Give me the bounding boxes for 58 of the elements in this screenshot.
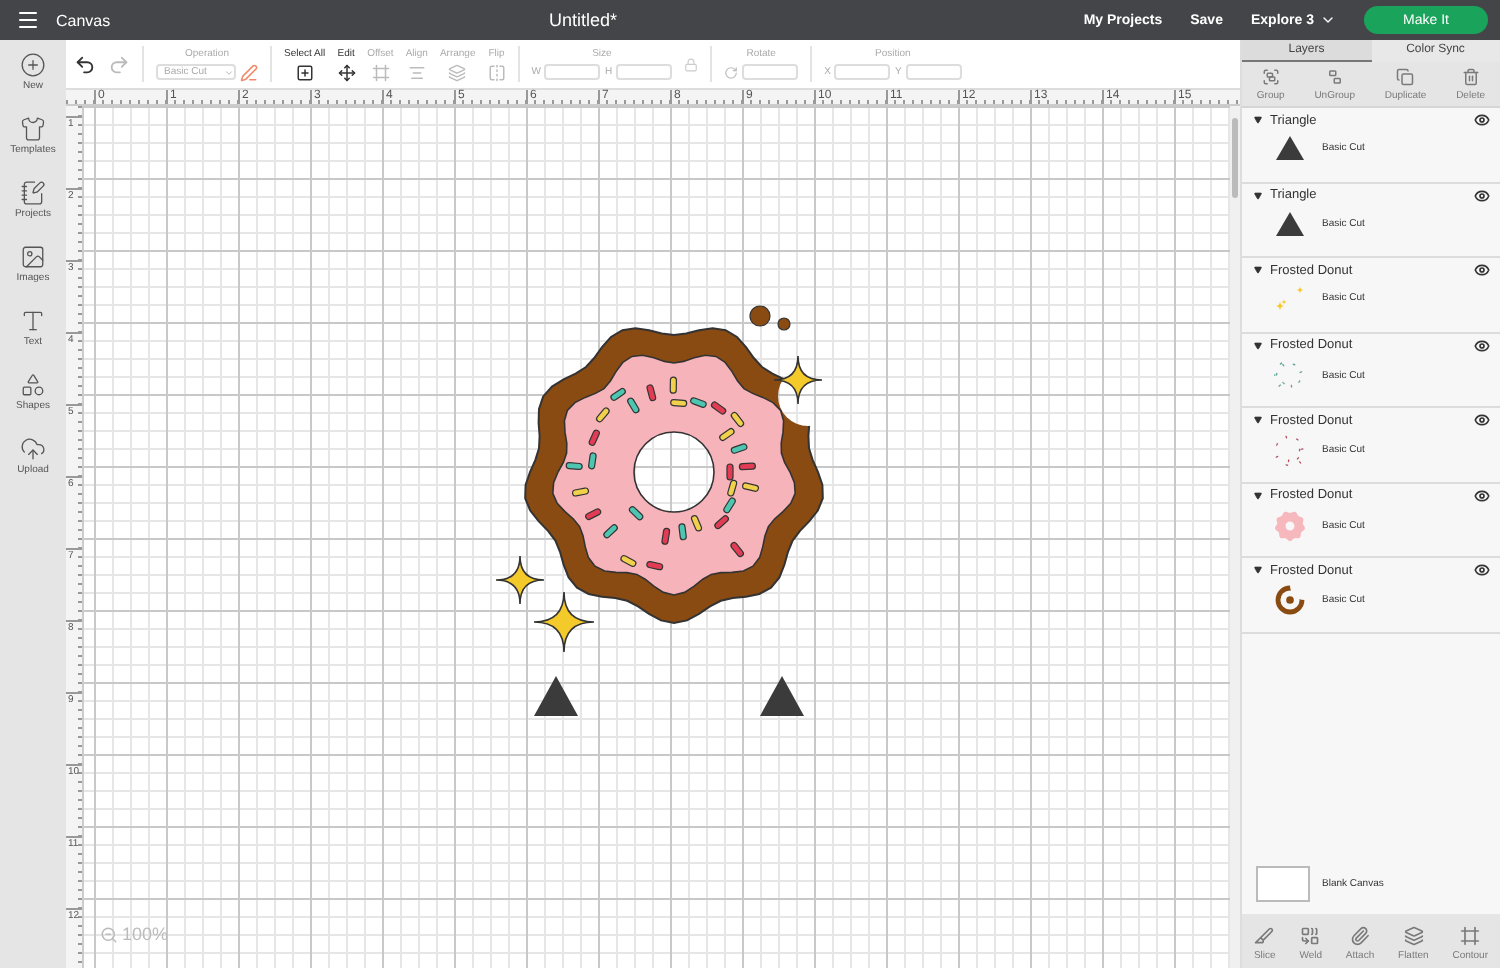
visibility-icon[interactable] — [1474, 112, 1490, 128]
document-title: Untitled* — [546, 10, 619, 30]
visibility-icon[interactable] — [1474, 487, 1490, 503]
pen-icon — [240, 63, 258, 81]
visibility-icon[interactable] — [1474, 412, 1490, 428]
select-icon[interactable] — [295, 63, 314, 81]
canvas-swatch[interactable] — [1256, 866, 1310, 902]
shapes-icon — [20, 372, 46, 398]
rotate-field[interactable] — [742, 64, 799, 80]
expand-icon — [1254, 416, 1262, 424]
triangle-shape[interactable] — [760, 676, 804, 716]
expand-icon — [1254, 116, 1262, 124]
images-icon — [20, 244, 46, 270]
position-field[interactable] — [905, 64, 962, 80]
donut-drawing[interactable] — [495, 305, 824, 653]
triangle-shape[interactable] — [534, 676, 578, 716]
group-icon — [1261, 68, 1280, 86]
icing-icon — [1274, 509, 1306, 541]
size-field[interactable] — [544, 64, 601, 80]
projects-icon — [20, 180, 46, 206]
expand-icon — [1254, 341, 1262, 349]
undo-icon[interactable] — [74, 53, 96, 75]
menu-label: Canvas — [56, 11, 111, 29]
lock-icon — [684, 57, 699, 71]
triangle-icon — [1274, 134, 1306, 162]
weld-icon — [1300, 926, 1321, 946]
menu-icon[interactable] — [16, 8, 40, 32]
expand-icon — [1254, 191, 1262, 199]
donut-icon — [1274, 584, 1306, 616]
rotate-icon — [724, 65, 739, 79]
upload-icon — [19, 436, 46, 462]
text-icon — [20, 308, 46, 334]
new-icon — [20, 52, 46, 78]
scrollbar-thumb[interactable] — [1232, 118, 1238, 198]
delete-icon — [1461, 68, 1480, 86]
templates-icon — [19, 116, 46, 142]
edit-icon[interactable] — [337, 63, 356, 81]
sprinkles-icon — [1274, 434, 1306, 466]
slice-icon — [1254, 926, 1275, 946]
expand-icon — [1254, 566, 1262, 574]
duplicate-icon — [1396, 68, 1415, 86]
ungroup-icon — [1325, 68, 1344, 86]
visibility-icon[interactable] — [1474, 262, 1490, 278]
visibility-icon[interactable] — [1474, 562, 1490, 578]
contour-icon — [1460, 926, 1481, 946]
sparkles-icon — [1274, 284, 1306, 312]
chevron-icon — [224, 67, 234, 77]
chevron-icon — [1320, 12, 1336, 28]
size-field[interactable] — [616, 64, 673, 80]
flatten-icon — [1403, 926, 1424, 946]
attach-icon — [1350, 926, 1371, 946]
zoom-level: 100% — [122, 924, 169, 944]
expand-icon — [1254, 491, 1262, 499]
position-field[interactable] — [834, 64, 891, 80]
expand-icon — [1254, 266, 1262, 274]
visibility-icon[interactable] — [1474, 187, 1490, 203]
visibility-icon[interactable] — [1474, 337, 1490, 353]
triangle-icon — [1274, 209, 1306, 237]
